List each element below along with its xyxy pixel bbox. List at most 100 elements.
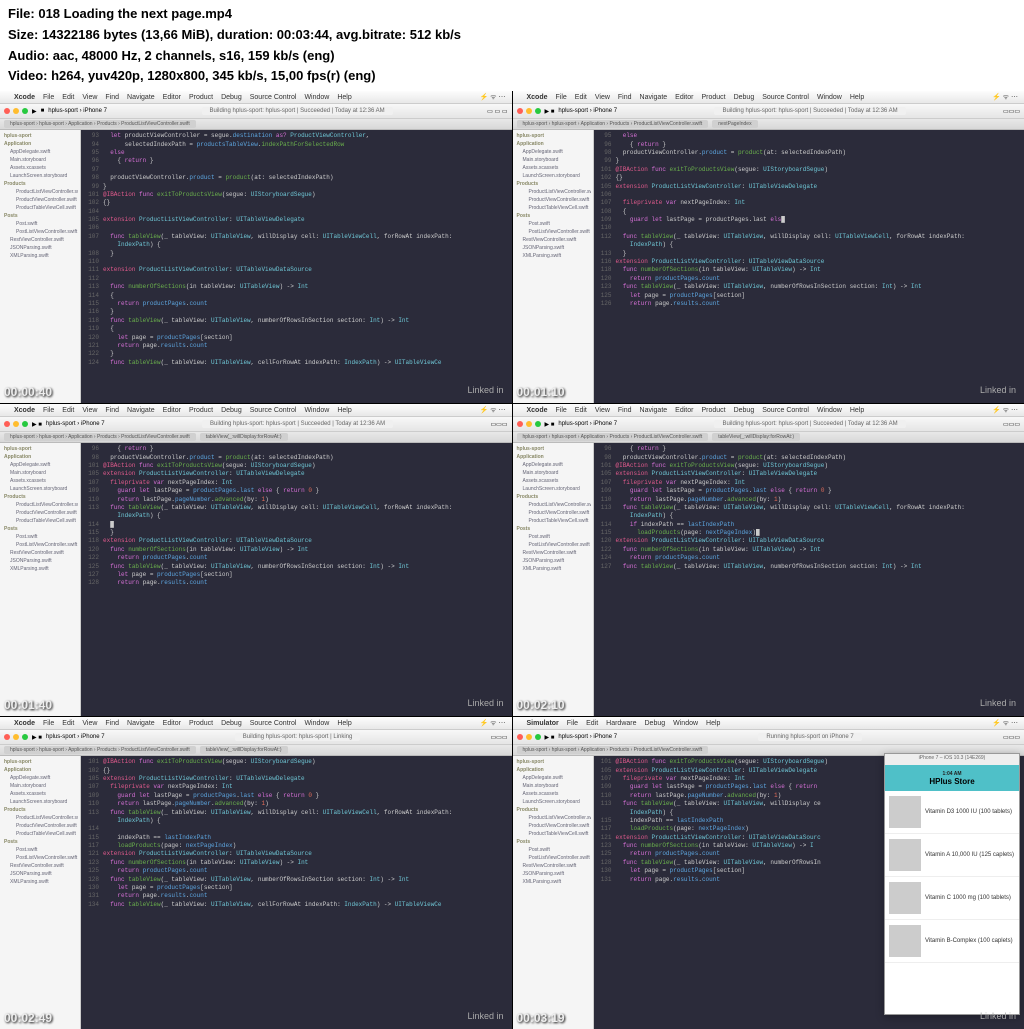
m[interactable]: Product bbox=[189, 720, 213, 727]
menu-editor[interactable]: Editor bbox=[675, 94, 693, 101]
sidebar-pvc[interactable]: ProductViewController.swift bbox=[2, 196, 78, 204]
sb[interactable]: ProductListViewController.swift bbox=[2, 814, 78, 822]
m[interactable]: Navigate bbox=[127, 407, 155, 414]
m[interactable]: Window bbox=[817, 407, 842, 414]
scheme[interactable]: hplus-sport › iPhone 7 bbox=[46, 734, 105, 740]
m[interactable]: Source Control bbox=[250, 720, 297, 727]
sb[interactable]: ProductTableViewCell.swift bbox=[515, 204, 591, 212]
menu-help[interactable]: Help bbox=[850, 94, 864, 101]
m[interactable]: Window bbox=[304, 720, 329, 727]
m[interactable]: Find bbox=[105, 720, 119, 727]
breadcrumb[interactable]: hplus-sport › hplus-sport › Application … bbox=[4, 120, 196, 128]
nav[interactable]: hplus-sportApplicationAppDelegate.swiftM… bbox=[513, 443, 594, 716]
sb[interactable]: PostListViewController.swift bbox=[2, 854, 78, 862]
m[interactable]: Editor bbox=[163, 407, 181, 414]
mac-menubar[interactable]: XcodeFileEditViewFindNavigateEditorProdu… bbox=[0, 717, 512, 730]
sb[interactable]: Main.storyboard bbox=[2, 782, 78, 790]
sb[interactable]: hplus-sport bbox=[515, 132, 591, 140]
scheme[interactable]: hplus-sport › iPhone 7 bbox=[558, 734, 617, 740]
sb[interactable]: JSONParsing.swift bbox=[2, 557, 78, 565]
sb[interactable]: Main.storyboard bbox=[515, 469, 591, 477]
m[interactable]: Edit bbox=[62, 407, 74, 414]
breadcrumb-bar[interactable]: hplus-sport › hplus-sport › Application … bbox=[513, 119, 1024, 130]
code-editor[interactable]: 96 { return } 98 productViewController.p… bbox=[594, 443, 1024, 716]
bc[interactable]: hplus-sport › hplus-sport › Application … bbox=[517, 433, 709, 441]
sb[interactable]: Assets.xcassets bbox=[2, 477, 78, 485]
menu-edit[interactable]: Edit bbox=[575, 94, 587, 101]
sb[interactable]: hplus-sport bbox=[2, 445, 78, 453]
sb[interactable]: Posts bbox=[2, 838, 78, 846]
sb[interactable]: LaunchScreen.storyboard bbox=[515, 485, 591, 493]
xcode-toolbar[interactable]: ▶■ hplus-sport › iPhone 7 Building hplus… bbox=[0, 104, 512, 119]
sidebar-appdel[interactable]: AppDelegate.swift bbox=[2, 148, 78, 156]
m[interactable]: Editor bbox=[675, 407, 693, 414]
sb[interactable]: XMLParsing.swift bbox=[515, 878, 591, 886]
sb[interactable]: XMLParsing.swift bbox=[515, 252, 591, 260]
menu-navigate[interactable]: Navigate bbox=[640, 94, 668, 101]
sb[interactable]: hplus-sport bbox=[515, 758, 591, 766]
sb[interactable]: ProductViewController.swift bbox=[2, 822, 78, 830]
m[interactable]: Edit bbox=[586, 720, 598, 727]
menu-window[interactable]: Window bbox=[304, 94, 329, 101]
menu-file[interactable]: File bbox=[556, 94, 567, 101]
sb[interactable]: Application bbox=[2, 453, 78, 461]
sb[interactable]: ProductViewController.swift bbox=[2, 509, 78, 517]
nav[interactable]: hplus-sportApplicationAppDelegate.swiftM… bbox=[513, 756, 594, 1029]
sb[interactable]: Main.storyboard bbox=[515, 782, 591, 790]
sb[interactable]: AppDelegate.swift bbox=[515, 148, 591, 156]
m[interactable]: File bbox=[567, 720, 578, 727]
code-editor[interactable]: 93 let productViewController = segue.des… bbox=[81, 130, 512, 403]
sidebar-ptc[interactable]: ProductTableViewCell.swift bbox=[2, 204, 78, 212]
breadcrumb[interactable]: hplus-sport › hplus-sport › Application … bbox=[513, 432, 1024, 443]
sidebar-json[interactable]: JSONParsing.swift bbox=[2, 244, 78, 252]
jump-bar[interactable]: nextPageIndex bbox=[712, 120, 757, 128]
toolbar[interactable]: ▶ ■hplus-sport › iPhone 7Building hplus-… bbox=[0, 417, 512, 432]
sb[interactable]: Products bbox=[515, 493, 591, 501]
sb[interactable]: Assets.xcassets bbox=[515, 164, 591, 172]
sb[interactable]: PostListViewController.swift bbox=[2, 541, 78, 549]
m[interactable]: File bbox=[43, 720, 54, 727]
m[interactable]: Navigate bbox=[127, 720, 155, 727]
sb[interactable]: LaunchScreen.storyboard bbox=[2, 798, 78, 806]
sb[interactable]: Assets.xcassets bbox=[2, 790, 78, 798]
run-button[interactable]: ▶ bbox=[32, 108, 37, 115]
list-item[interactable]: Vitamin B-Complex (100 caplets) bbox=[885, 920, 1019, 963]
bc[interactable]: hplus-sport › hplus-sport › Application … bbox=[4, 746, 196, 754]
m[interactable]: View bbox=[595, 407, 610, 414]
breadcrumb[interactable]: hplus-sport › hplus-sport › Application … bbox=[0, 432, 512, 443]
mac-menubar[interactable]: XcodeFileEditViewFindNavigateEditorProdu… bbox=[513, 404, 1024, 417]
sidebar-products[interactable]: Products bbox=[2, 180, 78, 188]
mac-menubar[interactable]: Xcode File Edit View Find Navigate Edito… bbox=[0, 91, 512, 104]
sb[interactable]: LaunchScreen.storyboard bbox=[515, 798, 591, 806]
menu-product[interactable]: Product bbox=[189, 94, 213, 101]
menu-sc[interactable]: Source Control bbox=[250, 94, 297, 101]
scheme[interactable]: hplus-sport › iPhone 7 bbox=[558, 108, 617, 114]
sb[interactable]: Posts bbox=[2, 525, 78, 533]
project-navigator[interactable]: hplus-sport Application AppDelegate.swif… bbox=[513, 130, 594, 403]
mac-menubar[interactable]: SimulatorFileEditHardwareDebugWindowHelp… bbox=[513, 717, 1024, 730]
sb[interactable]: XMLParsing.swift bbox=[2, 878, 78, 886]
bc[interactable]: hplus-sport › hplus-sport › Application … bbox=[4, 433, 196, 441]
sb[interactable]: Application bbox=[2, 766, 78, 774]
mac-menubar[interactable]: XcodeFileEditViewFindNavigateEditorProdu… bbox=[0, 404, 512, 417]
menu-window[interactable]: Window bbox=[817, 94, 842, 101]
sb[interactable]: JSONParsing.swift bbox=[515, 870, 591, 878]
menu-find[interactable]: Find bbox=[618, 94, 632, 101]
sb[interactable]: Main.storyboard bbox=[515, 156, 591, 164]
m[interactable]: Window bbox=[673, 720, 698, 727]
jb[interactable]: tableView(_:willDisplay:forRowAt:) bbox=[200, 746, 288, 754]
sb[interactable]: ProductListViewController.swift bbox=[2, 501, 78, 509]
sb[interactable]: AppDelegate.swift bbox=[2, 461, 78, 469]
m[interactable]: Hardware bbox=[606, 720, 636, 727]
sb[interactable]: ProductTableViewCell.swift bbox=[2, 517, 78, 525]
sb[interactable]: RestViewController.swift bbox=[2, 862, 78, 870]
menu-edit[interactable]: Edit bbox=[62, 94, 74, 101]
toolbar[interactable]: ▶ ■hplus-sport › iPhone 7Building hplus-… bbox=[513, 417, 1024, 432]
app[interactable]: Simulator bbox=[527, 720, 559, 727]
sb[interactable]: XMLParsing.swift bbox=[2, 565, 78, 573]
sb[interactable]: Post.swift bbox=[515, 533, 591, 541]
sb[interactable]: RestViewController.swift bbox=[515, 549, 591, 557]
sidebar-launch[interactable]: LaunchScreen.storyboard bbox=[2, 172, 78, 180]
sb[interactable]: JSONParsing.swift bbox=[515, 557, 591, 565]
toolbar[interactable]: ▶ ■hplus-sport › iPhone 7Running hplus-s… bbox=[513, 730, 1024, 745]
